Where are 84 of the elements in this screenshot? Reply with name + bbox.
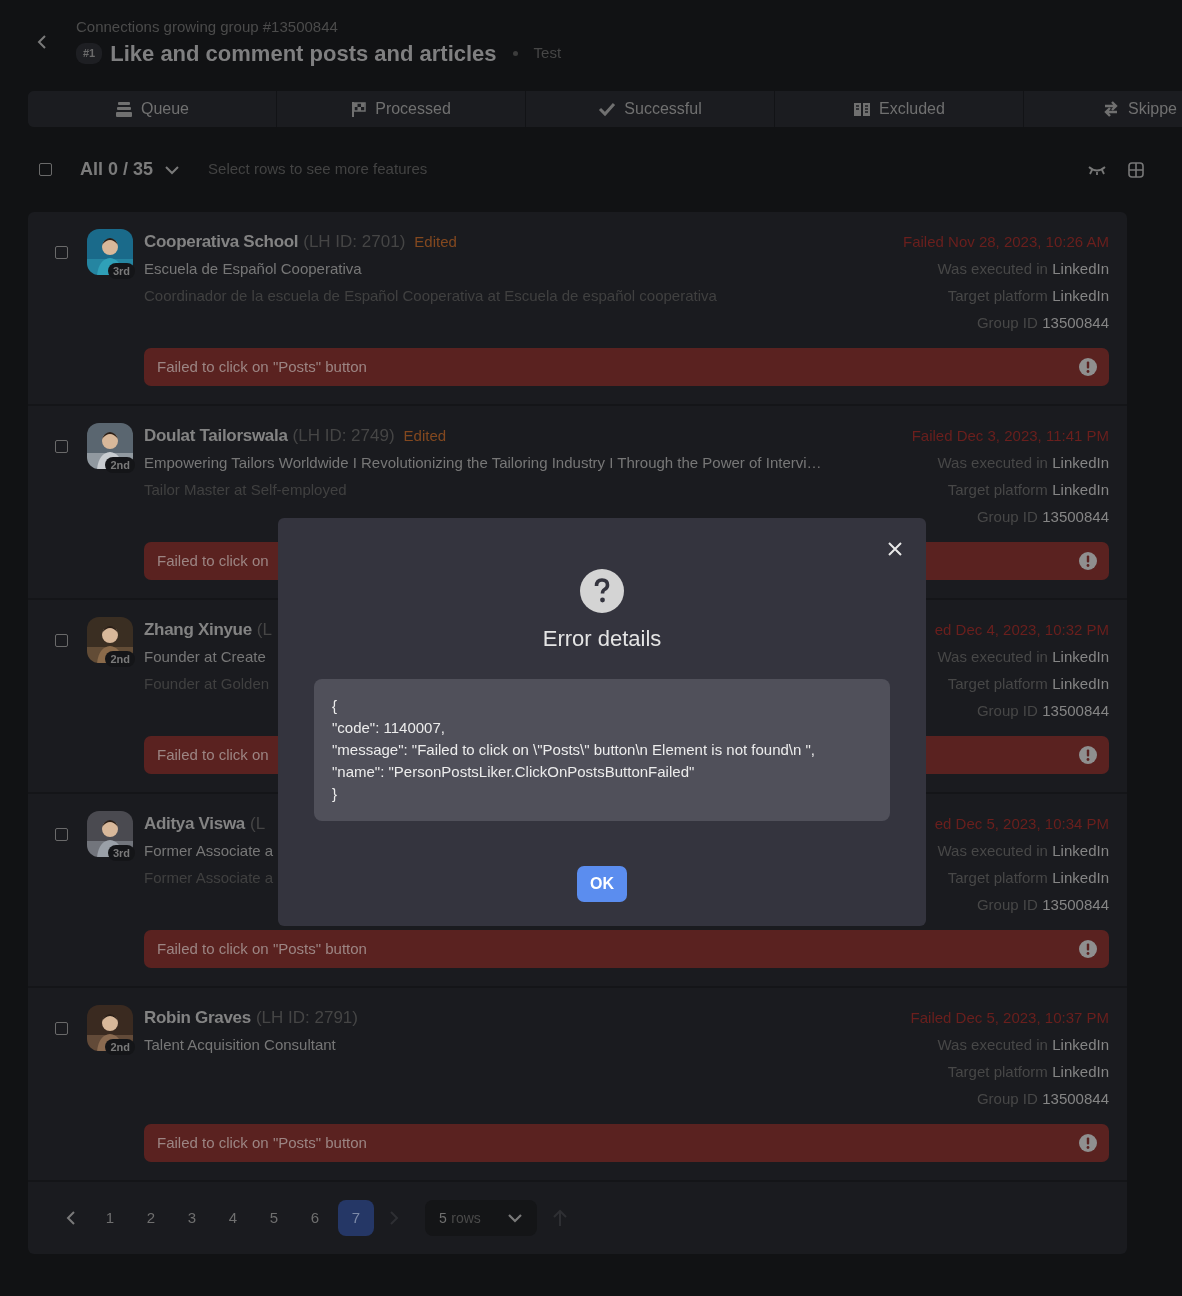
- connection-degree: 3rd: [107, 845, 135, 861]
- status-text: Failed Dec 5, 2023, 10:37 PM: [910, 1008, 1109, 1028]
- code-line: }: [332, 784, 338, 804]
- campaign-title: Like and comment posts and articles: [110, 40, 497, 68]
- connection-degree: 2nd: [105, 1039, 135, 1055]
- number-badge: #1: [76, 43, 103, 64]
- error-message: Failed to click on "Posts" button: [157, 938, 367, 959]
- chevron-down-icon: [507, 1213, 523, 1223]
- page-button[interactable]: 7: [338, 1200, 374, 1236]
- error-message: Failed to click on: [157, 550, 269, 571]
- page-button[interactable]: 2: [133, 1200, 169, 1236]
- person-name[interactable]: Aditya Viswa: [144, 810, 245, 837]
- group-id: 13500844: [1042, 508, 1109, 525]
- group-id: 13500844: [1042, 1090, 1109, 1107]
- code-line: {: [332, 696, 338, 716]
- status-text: Failed Dec 3, 2023, 11:41 PM: [911, 426, 1109, 446]
- question-icon: [580, 569, 624, 613]
- page-button[interactable]: 1: [92, 1200, 128, 1236]
- person-subtitle: Escuela de Español Cooperativa: [144, 259, 363, 279]
- selection-count[interactable]: All 0 / 35: [76, 156, 154, 183]
- group-id: 13500844: [1042, 896, 1109, 913]
- grid-icon[interactable]: [1128, 161, 1144, 178]
- error-message: Failed to click on "Posts" button: [157, 1132, 367, 1153]
- connection-degree: 2nd: [105, 457, 135, 473]
- target-platform: LinkedIn: [1052, 1063, 1109, 1080]
- executed-platform: LinkedIn: [1052, 260, 1109, 277]
- group-name: Connections growing group #13500844: [76, 17, 339, 37]
- error-message: Failed to click on "Posts" button: [157, 356, 367, 377]
- target-platform: LinkedIn: [1052, 287, 1109, 304]
- exclamation-icon[interactable]: [1079, 940, 1097, 958]
- exclamation-icon[interactable]: [1079, 746, 1097, 764]
- status-text: Failed Nov 28, 2023, 10:26 AM: [903, 232, 1109, 252]
- person-name[interactable]: Zhang Xinyue: [144, 616, 252, 643]
- connection-degree: 3rd: [107, 263, 135, 279]
- person-name[interactable]: Doulat Tailorswala: [144, 422, 288, 449]
- code-line: "name": "PersonPostsLiker.ClickOnPostsButtonFailed": [332, 762, 696, 782]
- edited-label: Edited: [403, 426, 447, 446]
- row-checkbox[interactable]: [55, 1022, 68, 1035]
- chevron-left-icon[interactable]: [66, 1210, 76, 1226]
- select-all-checkbox[interactable]: [39, 163, 52, 176]
- row-checkbox[interactable]: [55, 440, 68, 453]
- page-button[interactable]: 5: [256, 1200, 292, 1236]
- exclamation-icon[interactable]: [1079, 358, 1097, 376]
- error-message: Failed to click on: [157, 744, 269, 765]
- executed-platform: LinkedIn: [1052, 842, 1109, 859]
- target-platform: LinkedIn: [1052, 675, 1109, 692]
- executed-platform: LinkedIn: [1052, 1036, 1109, 1053]
- closed-eye-icon[interactable]: [1088, 164, 1106, 175]
- row-checkbox[interactable]: [55, 634, 68, 647]
- stack-icon: [114, 101, 133, 117]
- status-text: ed Dec 4, 2023, 10:32 PM: [934, 620, 1109, 640]
- group-id: 13500844: [1042, 314, 1109, 331]
- swap-arrows-icon: [1102, 101, 1120, 117]
- code-line: "message": "Failed to click on \"Posts\" button\n Element is not found\n ",: [332, 740, 817, 760]
- person-name[interactable]: Robin Graves: [144, 1004, 251, 1031]
- group-id: 13500844: [1042, 702, 1109, 719]
- close-button[interactable]: [886, 540, 904, 558]
- person-name[interactable]: Cooperativa School: [144, 228, 299, 255]
- target-platform: LinkedIn: [1052, 481, 1109, 498]
- person-subtitle: Former Associate a: [144, 841, 274, 861]
- person-subtitle: Empowering Tailors Worldwide I Revolutionizing the Tailoring Industry I Through the Power of Intervi…: [144, 453, 822, 473]
- document-icon: [853, 101, 872, 117]
- target-platform: LinkedIn: [1052, 869, 1109, 886]
- page-button[interactable]: 4: [215, 1200, 251, 1236]
- dialog-title: Error details: [542, 625, 662, 653]
- code-line: "code": 1140007,: [332, 718, 446, 738]
- page-button[interactable]: 3: [174, 1200, 210, 1236]
- flag-icon: [351, 101, 368, 117]
- executed-platform: LinkedIn: [1052, 648, 1109, 665]
- person-subtitle: Talent Acquisition Consultant: [144, 1035, 337, 1055]
- exclamation-icon[interactable]: [1079, 552, 1097, 570]
- row-checkbox[interactable]: [55, 828, 68, 841]
- status-text: ed Dec 5, 2023, 10:34 PM: [934, 814, 1109, 834]
- check-icon: [598, 101, 617, 117]
- edited-label: Edited: [414, 232, 457, 252]
- row-checkbox[interactable]: [55, 246, 68, 259]
- ok-button[interactable]: OK: [577, 866, 627, 902]
- executed-platform: LinkedIn: [1052, 454, 1109, 471]
- exclamation-icon[interactable]: [1079, 1134, 1097, 1152]
- page-button[interactable]: 6: [297, 1200, 333, 1236]
- person-subtitle: Founder at Create: [144, 647, 267, 667]
- connection-degree: 2nd: [105, 651, 135, 667]
- chevron-down-icon[interactable]: [164, 164, 181, 175]
- back-icon[interactable]: [36, 34, 48, 50]
